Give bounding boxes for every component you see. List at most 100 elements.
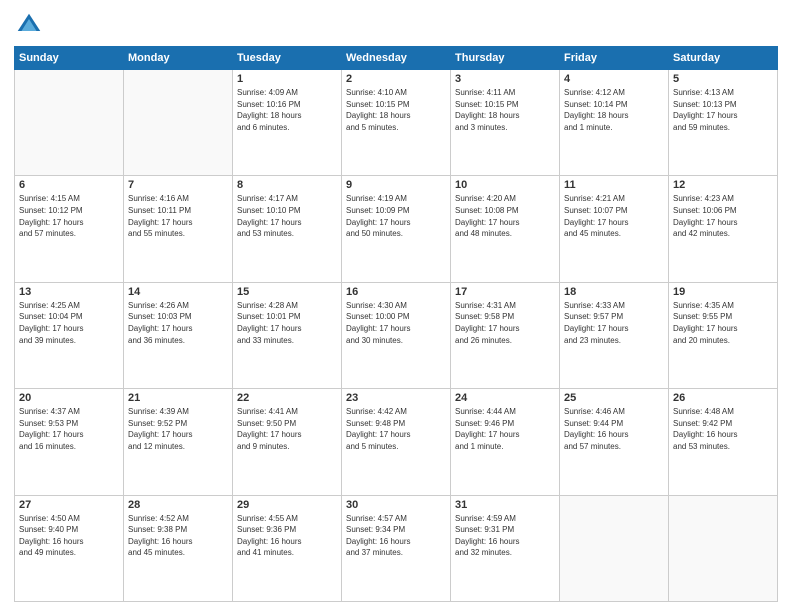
calendar-cell: 24 Sunrise: 4:44 AM Sunset: 9:46 PM Dayli… [451,389,560,495]
calendar-cell: 6Sunrise: 4:15 AM Sunset: 10:12 PM Dayli… [15,176,124,282]
day-header-monday: Monday [124,47,233,70]
calendar-cell: 26 Sunrise: 4:48 AM Sunset: 9:42 PM Dayli… [669,389,778,495]
day-number: 21 [128,392,228,404]
day-header-saturday: Saturday [669,47,778,70]
day-header-thursday: Thursday [451,47,560,70]
day-header-tuesday: Tuesday [233,47,342,70]
calendar-cell: 14 Sunrise: 4:26 AM Sunset: 10:03 PM Dayl… [124,282,233,388]
calendar-cell: 13 Sunrise: 4:25 AM Sunset: 10:04 PM Dayl… [15,282,124,388]
day-info: Sunrise: 4:44 AM Sunset: 9:46 PM Dayligh… [455,406,555,452]
day-header-sunday: Sunday [15,47,124,70]
calendar-cell: 31 Sunrise: 4:59 AM Sunset: 9:31 PM Dayli… [451,495,560,601]
day-info: Sunrise: 4:37 AM Sunset: 9:53 PM Dayligh… [19,406,119,452]
day-info: Sunrise: 4:26 AM Sunset: 10:03 PM Daylig… [128,300,228,346]
day-number: 30 [346,499,446,511]
day-number: 3 [455,73,555,85]
day-number: 19 [673,286,773,298]
calendar-cell: 27 Sunrise: 4:50 AM Sunset: 9:40 PM Dayli… [15,495,124,601]
day-number: 27 [19,499,119,511]
day-info: Sunrise: 4:50 AM Sunset: 9:40 PM Dayligh… [19,513,119,559]
day-number: 31 [455,499,555,511]
day-number: 17 [455,286,555,298]
header [14,10,778,40]
day-info: Sunrise: 4:20 AM Sunset: 10:08 PM Daylig… [455,193,555,239]
day-info: Sunrise: 4:23 AM Sunset: 10:06 PM Daylig… [673,193,773,239]
day-number: 18 [564,286,664,298]
week-row-4: 27 Sunrise: 4:50 AM Sunset: 9:40 PM Dayli… [15,495,778,601]
calendar-cell: 10Sunrise: 4:20 AM Sunset: 10:08 PM Dayl… [451,176,560,282]
day-number: 11 [564,179,664,191]
calendar-cell: 2 Sunrise: 4:10 AM Sunset: 10:15 PM Dayli… [342,70,451,176]
calendar-cell: 16Sunrise: 4:30 AM Sunset: 10:00 PM Dayl… [342,282,451,388]
day-number: 12 [673,179,773,191]
day-info: Sunrise: 4:09 AM Sunset: 10:16 PM Daylig… [237,87,337,133]
day-info: Sunrise: 4:28 AM Sunset: 10:01 PM Daylig… [237,300,337,346]
day-info: Sunrise: 4:16 AM Sunset: 10:11 PM Daylig… [128,193,228,239]
day-info: Sunrise: 4:17 AM Sunset: 10:10 PM Daylig… [237,193,337,239]
day-info: Sunrise: 4:31 AM Sunset: 9:58 PM Dayligh… [455,300,555,346]
day-info: Sunrise: 4:11 AM Sunset: 10:15 PM Daylig… [455,87,555,133]
day-header-row: SundayMondayTuesdayWednesdayThursdayFrid… [15,47,778,70]
day-number: 15 [237,286,337,298]
day-number: 7 [128,179,228,191]
day-number: 23 [346,392,446,404]
page: SundayMondayTuesdayWednesdayThursdayFrid… [0,0,792,612]
day-number: 20 [19,392,119,404]
day-info: Sunrise: 4:48 AM Sunset: 9:42 PM Dayligh… [673,406,773,452]
calendar-cell: 9 Sunrise: 4:19 AM Sunset: 10:09 PM Dayli… [342,176,451,282]
day-number: 14 [128,286,228,298]
day-info: Sunrise: 4:10 AM Sunset: 10:15 PM Daylig… [346,87,446,133]
day-number: 24 [455,392,555,404]
day-info: Sunrise: 4:59 AM Sunset: 9:31 PM Dayligh… [455,513,555,559]
calendar-cell: 21Sunrise: 4:39 AM Sunset: 9:52 PM Dayli… [124,389,233,495]
day-info: Sunrise: 4:33 AM Sunset: 9:57 PM Dayligh… [564,300,664,346]
day-info: Sunrise: 4:46 AM Sunset: 9:44 PM Dayligh… [564,406,664,452]
day-number: 4 [564,73,664,85]
day-info: Sunrise: 4:19 AM Sunset: 10:09 PM Daylig… [346,193,446,239]
calendar-cell: 4 Sunrise: 4:12 AM Sunset: 10:14 PM Dayli… [560,70,669,176]
calendar-cell [15,70,124,176]
day-number: 5 [673,73,773,85]
calendar-cell: 23Sunrise: 4:42 AM Sunset: 9:48 PM Dayli… [342,389,451,495]
day-info: Sunrise: 4:25 AM Sunset: 10:04 PM Daylig… [19,300,119,346]
day-number: 9 [346,179,446,191]
calendar-cell: 12 Sunrise: 4:23 AM Sunset: 10:06 PM Dayl… [669,176,778,282]
calendar-cell: 19Sunrise: 4:35 AM Sunset: 9:55 PM Dayli… [669,282,778,388]
day-number: 13 [19,286,119,298]
day-info: Sunrise: 4:57 AM Sunset: 9:34 PM Dayligh… [346,513,446,559]
calendar-cell: 20 Sunrise: 4:37 AM Sunset: 9:53 PM Dayli… [15,389,124,495]
logo-icon [14,10,44,40]
calendar-cell: 29 Sunrise: 4:55 AM Sunset: 9:36 PM Dayli… [233,495,342,601]
calendar-cell: 30 Sunrise: 4:57 AM Sunset: 9:34 PM Dayli… [342,495,451,601]
day-info: Sunrise: 4:41 AM Sunset: 9:50 PM Dayligh… [237,406,337,452]
day-info: Sunrise: 4:15 AM Sunset: 10:12 PM Daylig… [19,193,119,239]
day-header-wednesday: Wednesday [342,47,451,70]
calendar-cell [669,495,778,601]
day-number: 16 [346,286,446,298]
day-number: 28 [128,499,228,511]
day-number: 29 [237,499,337,511]
week-row-0: 1 Sunrise: 4:09 AM Sunset: 10:16 PM Dayli… [15,70,778,176]
day-number: 2 [346,73,446,85]
calendar-cell: 18 Sunrise: 4:33 AM Sunset: 9:57 PM Dayli… [560,282,669,388]
calendar-cell: 7 Sunrise: 4:16 AM Sunset: 10:11 PM Dayli… [124,176,233,282]
week-row-1: 6Sunrise: 4:15 AM Sunset: 10:12 PM Dayli… [15,176,778,282]
week-row-2: 13 Sunrise: 4:25 AM Sunset: 10:04 PM Dayl… [15,282,778,388]
calendar-cell [560,495,669,601]
day-info: Sunrise: 4:12 AM Sunset: 10:14 PM Daylig… [564,87,664,133]
day-number: 25 [564,392,664,404]
day-number: 1 [237,73,337,85]
day-number: 8 [237,179,337,191]
calendar-cell: 17 Sunrise: 4:31 AM Sunset: 9:58 PM Dayli… [451,282,560,388]
week-row-3: 20 Sunrise: 4:37 AM Sunset: 9:53 PM Dayli… [15,389,778,495]
calendar-cell: 22Sunrise: 4:41 AM Sunset: 9:50 PM Dayli… [233,389,342,495]
day-number: 26 [673,392,773,404]
calendar-cell: 15 Sunrise: 4:28 AM Sunset: 10:01 PM Dayl… [233,282,342,388]
calendar-cell [124,70,233,176]
day-header-friday: Friday [560,47,669,70]
day-info: Sunrise: 4:55 AM Sunset: 9:36 PM Dayligh… [237,513,337,559]
calendar-cell: 25 Sunrise: 4:46 AM Sunset: 9:44 PM Dayli… [560,389,669,495]
calendar-cell: 11 Sunrise: 4:21 AM Sunset: 10:07 PM Dayl… [560,176,669,282]
day-info: Sunrise: 4:21 AM Sunset: 10:07 PM Daylig… [564,193,664,239]
calendar-cell: 28Sunrise: 4:52 AM Sunset: 9:38 PM Dayli… [124,495,233,601]
